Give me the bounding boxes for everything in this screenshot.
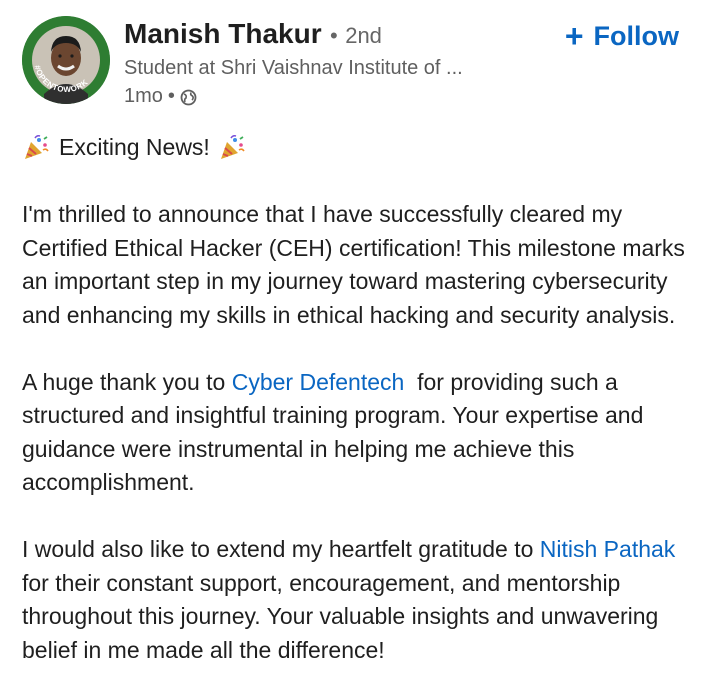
follow-button[interactable]: + Follow (565, 18, 679, 54)
follow-label: Follow (593, 21, 679, 51)
paragraph-4-intro: I would also like to extend my heartfelt… (22, 536, 540, 562)
post-paragraph-3: A huge thank you to Cyber Defentech for … (22, 366, 687, 500)
globe-icon (180, 88, 197, 105)
post-meta: 1mo • (124, 84, 197, 108)
author-name-row: Manish Thakur • 2nd (124, 17, 382, 56)
post-paragraph-2: I'm thrilled to announce that I have suc… (22, 201, 685, 328)
exciting-news-text: Exciting News! (59, 134, 210, 160)
post-paragraph-4: I would also like to extend my heartfelt… (22, 533, 687, 667)
author-avatar[interactable]: #OPENTOWORK (22, 16, 110, 104)
time-separator: • (167, 85, 175, 107)
degree-separator: • (330, 23, 338, 48)
plus-icon: + (564, 18, 584, 54)
author-name[interactable]: Manish Thakur (124, 18, 322, 49)
post-paragraph-1: Exciting News! (22, 131, 687, 165)
party-popper-icon (22, 134, 50, 162)
paragraph-3-intro: A huge thank you to (22, 368, 232, 395)
avatar-image: #OPENTOWORK (22, 16, 110, 104)
mention-nitish-pathak[interactable]: Nitish Pathak (540, 536, 676, 562)
author-headline: Student at Shri Vaishnav Institute of ..… (124, 57, 463, 79)
post-time: 1mo (124, 85, 163, 107)
connection-degree: 2nd (345, 23, 382, 48)
party-popper-icon (218, 134, 246, 162)
mention-cyber-defentech[interactable]: Cyber Defentech (232, 369, 405, 395)
post-body: Exciting News! I'm thrilled to announce … (22, 131, 687, 700)
